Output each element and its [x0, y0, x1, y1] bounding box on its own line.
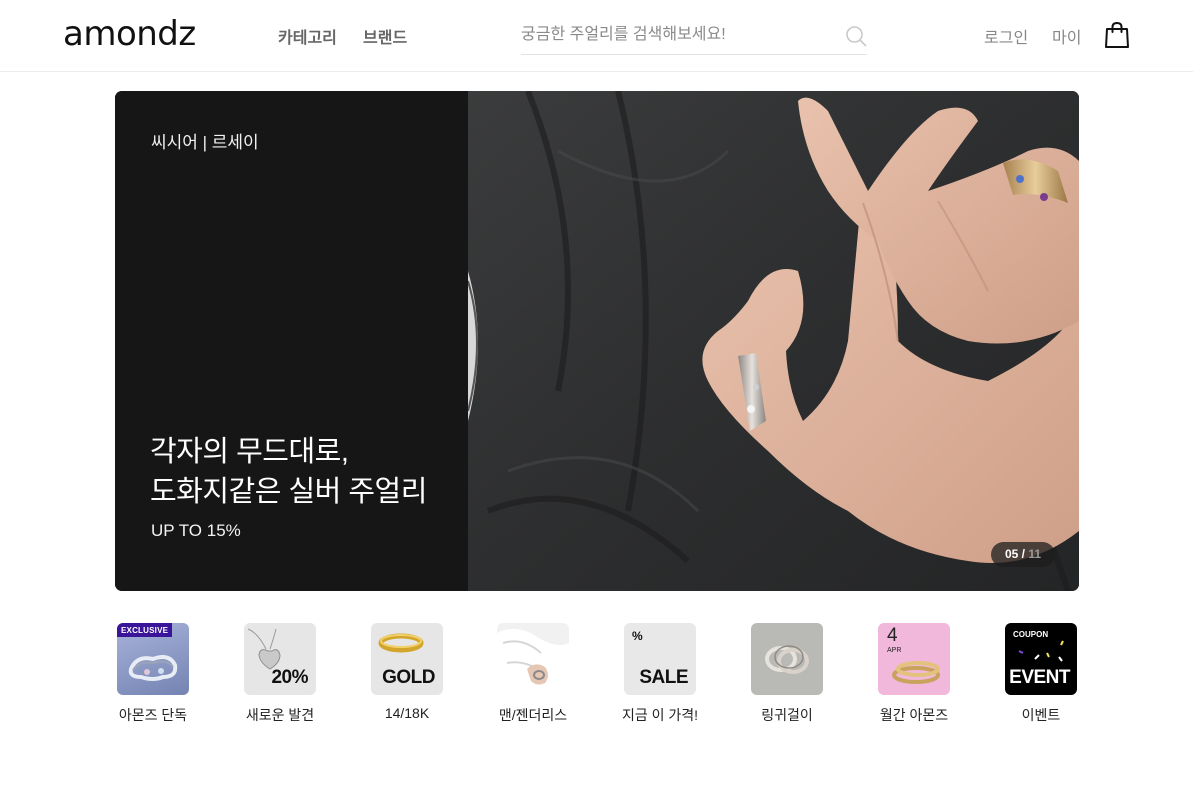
- sale-percent-mark: %: [632, 629, 643, 643]
- new-discovery-overlay: 20%: [271, 667, 308, 688]
- banner-headline-line-2: 도화지같은 실버 주얼리: [150, 476, 427, 508]
- event-thumbnail: COUPON EVENT: [1005, 623, 1077, 695]
- site-header: amondz 카테고리 브랜드 로그인 마이: [0, 0, 1193, 72]
- category-men-genderless[interactable]: 맨/젠더리스: [478, 623, 588, 725]
- nav-category-link[interactable]: 카테고리: [278, 24, 337, 48]
- hoop-earrings-image: [765, 645, 809, 674]
- event-overlay: EVENT: [1009, 667, 1070, 688]
- banner-text-panel: 씨시어 | 르세이 각자의 무드대로, 도화지같은 실버 주얼리 UP TO 1…: [115, 91, 468, 591]
- category-exclusive[interactable]: EXCLUSIVE 아몬즈 단독: [98, 623, 208, 725]
- sale-thumbnail: % SALE: [624, 623, 696, 695]
- banner-brand-name: 씨시어 | 르세이: [151, 133, 259, 152]
- banner-discount-text: UP TO 15%: [151, 521, 241, 540]
- ring-earrings-thumbnail: [751, 623, 823, 695]
- category-label: 링귀걸이: [761, 707, 813, 723]
- gold-overlay: GOLD: [382, 667, 435, 688]
- category-label: 월간 아몬즈: [879, 707, 949, 723]
- category-label: 새로운 발견: [245, 707, 315, 723]
- category-new-discovery[interactable]: 20% 새로운 발견: [225, 623, 335, 725]
- sale-overlay: SALE: [639, 667, 688, 688]
- gold-bands-image: [892, 661, 940, 684]
- banner-ring-photo: [468, 91, 1079, 591]
- banner-pagination: 05 / 11: [991, 542, 1055, 567]
- gold-thumbnail: GOLD: [371, 623, 443, 695]
- category-monthly-amondz[interactable]: 4 APR 월간 아몬즈: [859, 623, 969, 725]
- category-gold[interactable]: GOLD 14/18K: [352, 623, 462, 721]
- main-banner-slide[interactable]: 씨시어 | 르세이 각자의 무드대로, 도화지같은 실버 주얼리 UP TO 1…: [115, 91, 1079, 591]
- category-label: 14/18K: [384, 705, 430, 721]
- hand-ring-image: [497, 628, 569, 695]
- new-discovery-thumbnail: 20%: [244, 623, 316, 695]
- my-page-link[interactable]: 마이: [1052, 24, 1081, 48]
- banner-headline-line-1: 각자의 무드대로,: [150, 436, 349, 468]
- search-bar: [521, 20, 867, 55]
- nav-brand-link[interactable]: 브랜드: [363, 24, 407, 48]
- category-sale[interactable]: % SALE 지금 이 가격!: [605, 623, 715, 725]
- search-input[interactable]: [521, 20, 831, 50]
- amondz-logo[interactable]: amondz: [63, 14, 196, 54]
- monthly-amondz-thumbnail: 4 APR: [878, 623, 950, 695]
- category-ring-earrings[interactable]: 링귀걸이: [732, 623, 842, 725]
- pager-separator: /: [1018, 547, 1029, 561]
- exclusive-thumbnail: EXCLUSIVE: [117, 623, 189, 695]
- men-genderless-thumbnail: [497, 623, 569, 695]
- category-label: 이벤트: [1021, 707, 1061, 723]
- pager-current: 05: [1004, 547, 1019, 561]
- login-link[interactable]: 로그인: [984, 24, 1028, 48]
- pager-total: 11: [1028, 547, 1042, 561]
- banner-headline: 각자의 무드대로, 도화지같은 실버 주얼리: [150, 432, 427, 512]
- category-label: 지금 이 가격!: [621, 707, 699, 723]
- category-label: 맨/젠더리스: [498, 707, 568, 723]
- exclusive-badge: EXCLUSIVE: [117, 623, 173, 637]
- category-event[interactable]: COUPON EVENT 이벤트: [986, 623, 1096, 725]
- search-icon[interactable]: [845, 25, 867, 47]
- shopping-bag-icon[interactable]: [1104, 21, 1130, 49]
- category-label: 아몬즈 단독: [118, 707, 188, 723]
